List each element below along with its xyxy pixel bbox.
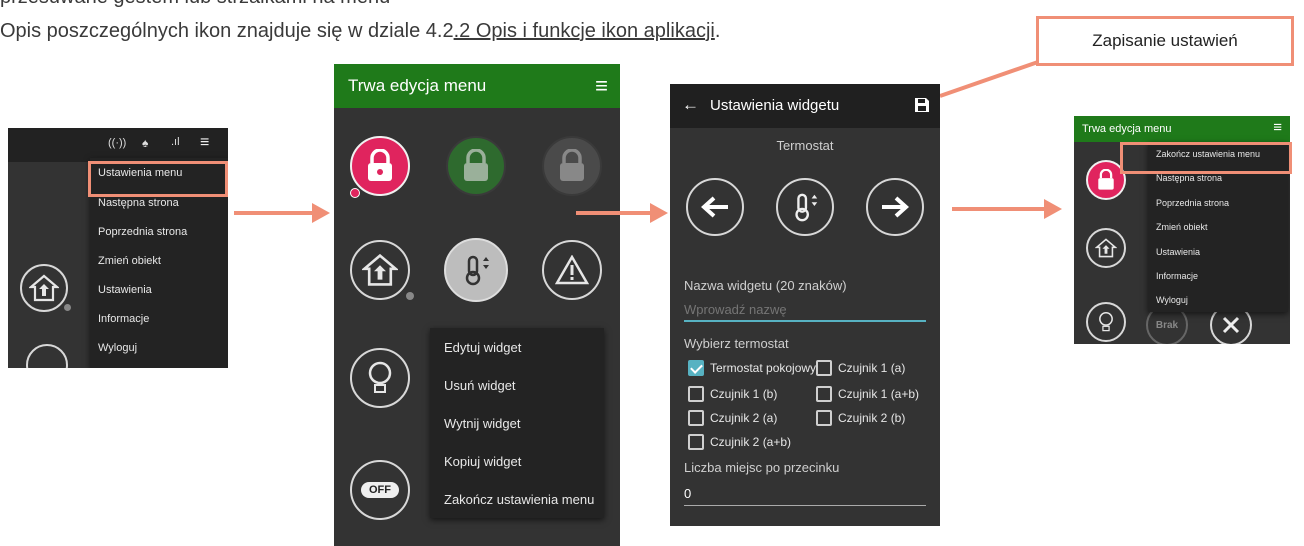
bulb-widget-icon[interactable] (350, 348, 410, 408)
menu-item-prev-page[interactable]: Poprzednia strona (90, 217, 228, 246)
next-widget-button[interactable] (866, 178, 924, 236)
bulb-widget-icon[interactable] (1086, 302, 1126, 342)
menu-item-edit-widget[interactable]: Edytuj widget (430, 328, 604, 366)
option-sensor-2a[interactable]: Czujnik 2 (a) (688, 410, 777, 426)
decimals-label: Liczba miejsc po przecinku (684, 460, 840, 475)
option-sensor-1ab[interactable]: Czujnik 1 (a+b) (816, 386, 919, 402)
doc-line-2: Opis poszczególnych ikon znajduje się w … (0, 20, 720, 43)
menu-item-change-object[interactable]: Zmień obiekt (90, 246, 228, 275)
menu-item-copy-widget[interactable]: Kopiuj widget (430, 442, 604, 480)
option-sensor-2ab[interactable]: Czujnik 2 (a+b) (688, 434, 791, 450)
screen-3: ← Ustawienia widgetu Termostat Nazwa wid… (670, 84, 940, 526)
menu-item-logout[interactable]: Wyloguj (1148, 288, 1288, 312)
signal-icon: .ıl (171, 136, 180, 148)
hamburger-icon[interactable]: ≡ (200, 134, 209, 152)
callout-pointer (939, 60, 1039, 98)
widget-type-label: Termostat (776, 138, 834, 153)
page-title: Trwa edycja menu (1082, 123, 1172, 135)
menu-item-change-object[interactable]: Zmień obiekt (1148, 215, 1288, 239)
page-title: Trwa edycja menu (348, 76, 487, 95)
highlight-menu-settings (88, 161, 228, 197)
lock-widget-green[interactable] (446, 136, 506, 196)
hamburger-icon[interactable]: ≡ (1273, 119, 1282, 136)
menu-item-cut-widget[interactable]: Wytnij widget (430, 404, 604, 442)
doc-text: Opis poszczególnych ikon znajduje się w … (0, 20, 454, 42)
widget-context-menu: Edytuj widget Usuń widget Wytnij widget … (430, 328, 604, 518)
menu-item-info[interactable]: Informacje (90, 304, 228, 333)
option-label: Czujnik 2 (a+b) (710, 435, 792, 449)
save-icon-target (878, 93, 936, 123)
menu-item-settings[interactable]: Ustawienia (1148, 239, 1288, 264)
status-dot (350, 188, 360, 198)
thermostat-type-icon (776, 178, 834, 236)
flow-arrow-3-head (1044, 199, 1062, 219)
choose-thermostat-label: Wybierz termostat (684, 336, 789, 351)
warning-widget[interactable] (542, 240, 602, 300)
checkbox[interactable] (816, 410, 832, 426)
menu-item-settings[interactable]: Ustawienia (90, 275, 228, 304)
option-sensor-1a[interactable]: Czujnik 1 (a) (816, 360, 905, 376)
checkbox-checked[interactable] (688, 360, 704, 376)
thermostat-widget[interactable] (444, 238, 508, 302)
menu-item-logout[interactable]: Wyloguj (90, 333, 228, 362)
checkbox[interactable] (688, 434, 704, 450)
option-sensor-1b[interactable]: Czujnik 1 (b) (688, 386, 777, 402)
bell-icon: ♠ (142, 136, 149, 150)
empty-slot-label: Brak (1155, 319, 1179, 331)
lock-widget-grey[interactable] (542, 136, 602, 196)
page-title: Ustawienia widgetu (710, 97, 840, 114)
section-link[interactable]: .2 Opis i funkcje ikon aplikacji (454, 20, 715, 42)
flow-arrow-1-head (312, 203, 330, 223)
checkbox[interactable] (688, 386, 704, 402)
option-room-thermostat[interactable]: Termostat pokojowy (688, 360, 816, 376)
menu-item-finish-menu-settings[interactable]: Zakończ ustawienia menu (430, 480, 604, 518)
option-label: Czujnik 1 (b) (710, 387, 778, 401)
option-label: Termostat pokojowy (710, 361, 817, 375)
doc-text-end: . (714, 20, 721, 42)
flow-arrow-2 (576, 211, 652, 215)
edit-mode-bar: Trwa edycja menu ≡ (334, 64, 620, 108)
option-label: Czujnik 1 (a+b) (838, 387, 920, 401)
home-widget-icon[interactable] (350, 240, 410, 300)
flow-arrow-3 (952, 207, 1046, 211)
home-widget-icon[interactable] (1086, 228, 1126, 268)
option-label: Czujnik 2 (a) (710, 411, 778, 425)
screen-2: Trwa edycja menu ≡ OFF Edytuj widget Usu… (334, 64, 620, 546)
checkbox[interactable] (816, 386, 832, 402)
edit-mode-bar: Trwa edycja menu ≡ (1074, 116, 1290, 142)
off-switch-widget[interactable]: OFF (350, 460, 410, 520)
previous-widget-button[interactable] (686, 178, 744, 236)
highlight-finish-menu-settings (1120, 142, 1292, 174)
status-dot (406, 292, 414, 300)
menu-item-info[interactable]: Informacje (1148, 264, 1288, 288)
hamburger-icon[interactable]: ≡ (595, 73, 608, 99)
option-sensor-2b[interactable]: Czujnik 2 (b) (816, 410, 905, 426)
flow-arrow-2-head (650, 203, 668, 223)
off-label: OFF (361, 482, 399, 498)
wifi-icon: ((·)) (108, 137, 127, 149)
save-settings-callout: Zapisanie ustawień (1036, 16, 1294, 66)
checkbox[interactable] (816, 360, 832, 376)
widget-name-input[interactable] (684, 298, 926, 322)
status-bar: ((·)) ♠ .ıl ≡ (8, 128, 228, 162)
menu-item-delete-widget[interactable]: Usuń widget (430, 366, 604, 404)
status-dot (64, 304, 71, 311)
bulb-widget-icon[interactable] (26, 344, 68, 368)
home-widget-icon[interactable] (20, 264, 68, 312)
menu-item-prev-page[interactable]: Poprzednia strona (1148, 190, 1288, 215)
checkbox[interactable] (688, 410, 704, 426)
widget-name-label: Nazwa widgetu (20 znaków) (684, 278, 847, 293)
decimals-input[interactable]: 0 (684, 482, 926, 506)
option-label: Czujnik 1 (a) (838, 361, 906, 375)
callout-label: Zapisanie ustawień (1092, 31, 1238, 50)
flow-arrow-1 (234, 211, 314, 215)
option-label: Czujnik 2 (b) (838, 411, 906, 425)
doc-line-1: przesuwane gestem lub strzałkami na menu (0, 0, 390, 9)
lock-widget-red[interactable] (350, 136, 410, 196)
back-arrow-icon[interactable]: ← (682, 95, 699, 115)
